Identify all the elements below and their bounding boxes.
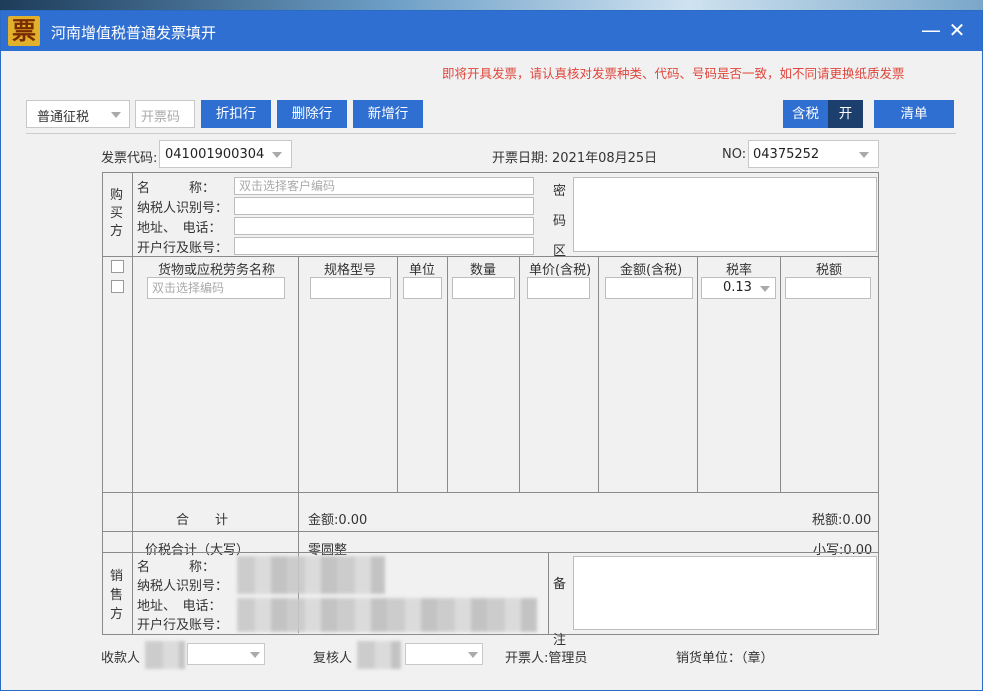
buyer-bank-label: 开户行及账号： <box>137 241 229 256</box>
remark-box[interactable] <box>573 556 877 630</box>
col-tax-rate: 税率 <box>726 263 753 278</box>
invoice-code-select[interactable]: 041001900304 <box>159 140 292 168</box>
goods-name-input[interactable]: 双击选择编码 <box>147 277 285 299</box>
total-amount: 金额:0.00 <box>308 513 368 528</box>
tax-type-select[interactable]: 普通征税 <box>26 100 130 128</box>
buyer-address-label: 地址、 电话： <box>137 221 222 236</box>
invoice-code-value: 041001900304 <box>165 147 265 162</box>
divider <box>103 531 878 532</box>
invoice-code-label: 发票代码: <box>101 151 158 166</box>
invoice-no-value: 04375252 <box>753 147 820 162</box>
divider <box>519 256 520 492</box>
secret-area-label: 密码区 <box>553 184 567 259</box>
secret-area-box <box>573 177 877 252</box>
col-goods-name: 货物或应税劳务名称 <box>158 263 276 278</box>
seller-side-label: 销售方 <box>110 569 124 622</box>
select-all-checkbox[interactable] <box>111 260 124 273</box>
tax-amount-input[interactable] <box>785 277 871 299</box>
close-button[interactable]: ✕ <box>945 17 969 43</box>
spec-input[interactable] <box>310 277 391 299</box>
delete-row-button[interactable]: 删除行 <box>277 100 347 128</box>
minimize-button[interactable]: — <box>919 17 943 43</box>
reviewer-select[interactable] <box>405 643 483 665</box>
divider <box>780 256 781 492</box>
chevron-down-icon <box>760 286 770 292</box>
invoice-window: 票 河南增值税普通发票填开 — ✕ 即将开具发票，请认真核对发票种类、代码、号码… <box>0 10 983 691</box>
seller-address-redacted <box>237 598 537 632</box>
chevron-down-icon <box>859 152 869 158</box>
col-spec: 规格型号 <box>324 263 377 278</box>
invoice-no-select[interactable]: 04375252 <box>748 140 879 168</box>
ticket-logo-icon: 票 <box>8 16 40 46</box>
total-label: 合 计 <box>176 513 229 528</box>
seller-name-redacted <box>237 556 385 594</box>
invoice-form: 购买方 名 称： 双击选择客户编码 纳税人识别号： 地址、 电话： 开户行及账号… <box>102 172 879 648</box>
ticket-code-input[interactable]: 开票码 <box>135 100 195 128</box>
buyer-address-input[interactable] <box>234 217 534 235</box>
divider <box>598 256 599 492</box>
col-unit: 单位 <box>409 263 436 278</box>
payee-redacted <box>145 641 185 669</box>
discount-row-button[interactable]: 折扣行 <box>201 100 271 128</box>
col-unit-price: 单价(含税) <box>529 263 592 278</box>
divider <box>132 173 133 256</box>
col-amount: 金额(含税) <box>620 263 683 278</box>
col-qty: 数量 <box>470 263 497 278</box>
seller-bank-label: 开户行及账号： <box>137 618 229 633</box>
drawer-label: 开票人:管理员 <box>505 651 588 666</box>
divider <box>548 552 549 634</box>
seller-address-label: 地址、 电话： <box>137 599 222 614</box>
add-row-button[interactable]: 新增行 <box>353 100 423 128</box>
payee-label: 收款人 <box>101 651 141 666</box>
title-bar: 票 河南增值税普通发票填开 — ✕ <box>1 11 982 51</box>
invoice-date-label: 开票日期: <box>492 151 549 166</box>
divider <box>103 492 878 493</box>
invoice-date-value: 2021年08月25日 <box>552 151 658 166</box>
reviewer-label: 复核人 <box>313 651 353 666</box>
payee-select[interactable] <box>187 643 265 665</box>
list-button[interactable]: 清单 <box>874 100 954 128</box>
row-checkbox[interactable] <box>111 280 124 293</box>
unit-input[interactable] <box>403 277 442 299</box>
divider <box>697 256 698 492</box>
toolbar-divider <box>26 133 956 134</box>
goods-name-placeholder: 双击选择编码 <box>152 281 225 295</box>
divider <box>397 256 398 492</box>
divider <box>132 552 133 634</box>
invoice-no-label: NO: <box>722 147 747 162</box>
buyer-side-label: 购买方 <box>110 188 124 239</box>
ticket-code-placeholder: 开票码 <box>141 110 181 125</box>
tax-rate-select[interactable]: 0.13 <box>701 277 776 299</box>
chevron-down-icon <box>111 112 121 118</box>
seller-unit-label: 销货单位：（章） <box>676 651 774 666</box>
chevron-down-icon <box>250 652 260 658</box>
notice-text: 即将开具发票，请认真核对发票种类、代码、号码是否一致，如不同请更换纸质发票 <box>442 66 905 81</box>
tax-rate-value: 0.13 <box>723 280 752 295</box>
reviewer-redacted <box>357 641 401 669</box>
col-tax: 税额 <box>816 263 843 278</box>
buyer-taxid-label: 纳税人识别号： <box>137 201 229 216</box>
unit-price-input[interactable] <box>527 277 590 299</box>
seller-name-label: 名 称： <box>137 560 216 575</box>
tax-type-value: 普通征税 <box>37 110 90 125</box>
buyer-name-input[interactable]: 双击选择客户编码 <box>234 177 534 195</box>
seller-taxid-label: 纳税人识别号： <box>137 579 229 594</box>
amount-input[interactable] <box>605 277 693 299</box>
buyer-name-placeholder: 双击选择客户编码 <box>239 179 336 193</box>
chevron-down-icon <box>272 152 282 158</box>
tax-included-toggle[interactable]: 含税 开 <box>783 100 863 128</box>
toggle-on-state: 开 <box>828 100 863 128</box>
total-tax: 税额:0.00 <box>812 513 872 528</box>
divider <box>103 552 878 553</box>
buyer-bank-input[interactable] <box>234 237 534 255</box>
buyer-taxid-input[interactable] <box>234 197 534 215</box>
quantity-input[interactable] <box>452 277 515 299</box>
tax-included-label: 含税 <box>783 100 828 128</box>
divider <box>447 256 448 492</box>
chevron-down-icon <box>468 652 478 658</box>
divider <box>103 256 878 257</box>
window-title: 河南增值税普通发票填开 <box>51 24 217 42</box>
buyer-name-label: 名 称： <box>137 181 216 196</box>
